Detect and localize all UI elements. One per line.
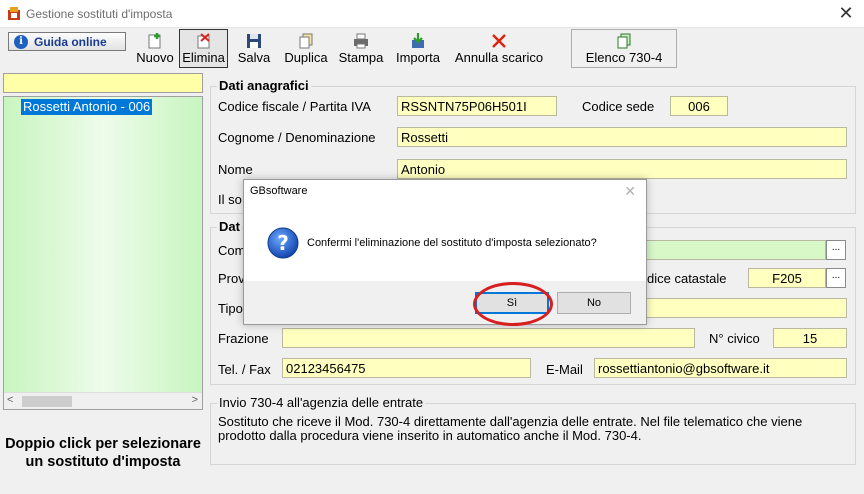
indirizzo-field[interactable] — [640, 298, 847, 318]
civico-field[interactable]: 15 — [773, 328, 847, 348]
elimina-button[interactable]: Elimina — [179, 29, 228, 68]
email-field[interactable]: rossettiantonio@gbsoftware.it — [594, 358, 847, 378]
codice-catastale-field[interactable]: F205 — [748, 268, 826, 288]
comune-label: Com — [218, 243, 246, 258]
annulla-scarico-button[interactable]: Annulla scarico — [449, 29, 549, 68]
scroll-right-icon[interactable]: > — [192, 394, 198, 406]
tipo-label: Tipo — [218, 301, 243, 316]
catastale-lookup-button[interactable]: ... — [826, 268, 846, 288]
codice-catastale-label: dice catastale — [647, 271, 727, 286]
nuovo-button[interactable]: Nuovo — [133, 29, 177, 68]
invio-description: Sostituto che riceve il Mod. 730-4 diret… — [218, 414, 803, 443]
elenco-730-4-button[interactable]: Elenco 730-4 — [571, 29, 677, 68]
tel-label: Tel. / Fax — [218, 362, 271, 377]
email-label: E-Mail — [546, 362, 583, 377]
horizontal-scrollbar[interactable]: < > — [4, 392, 202, 409]
tel-field[interactable]: 02123456475 — [282, 358, 531, 378]
duplica-button[interactable]: Duplica — [280, 29, 332, 68]
sostituti-list[interactable]: Rossetti Antonio - 006 < > — [3, 96, 203, 410]
guida-online-button[interactable]: i Guida online — [8, 32, 126, 51]
comune-field[interactable] — [640, 240, 826, 260]
question-icon: ? — [267, 227, 299, 259]
cf-field[interactable]: RSSNTN75P06H501I — [397, 96, 557, 116]
list-item[interactable]: Rossetti Antonio - 006 — [21, 99, 153, 115]
vertical-scrollbar[interactable] — [856, 70, 864, 494]
highlight-circle — [473, 282, 553, 326]
civico-label: N° civico — [709, 331, 760, 346]
scroll-thumb[interactable] — [22, 396, 72, 407]
sostituto-label-partial: Il so — [218, 192, 242, 207]
title-bar: Gestione sostituti d'imposta ✕ — [0, 0, 864, 28]
no-button[interactable]: No — [557, 292, 631, 314]
invio-legend: Invio 730-4 all'agenzia delle entrate — [217, 395, 426, 410]
window-title: Gestione sostituti d'imposta — [26, 7, 173, 21]
list-document-icon — [617, 33, 631, 49]
guida-online-label: Guida online — [34, 34, 107, 49]
sede-field[interactable]: 006 — [670, 96, 728, 116]
salva-button[interactable]: Salva — [232, 29, 276, 68]
frazione-label: Frazione — [218, 331, 269, 346]
svg-text:?: ? — [277, 231, 289, 255]
cf-label: Codice fiscale / Partita IVA — [218, 99, 371, 114]
cognome-label: Cognome / Denominazione — [218, 130, 376, 145]
sidebar: Rossetti Antonio - 006 < > — [3, 73, 203, 410]
toolbar: i Guida online Nuovo Elimina Salva Dupli… — [0, 28, 864, 70]
stampa-button[interactable]: Stampa — [335, 29, 387, 68]
app-icon — [8, 7, 20, 20]
dati-sede-legend: Dat — [217, 219, 242, 234]
provincia-label: Prov — [218, 271, 245, 286]
sidebar-search-input[interactable] — [3, 73, 203, 93]
nome-field[interactable]: Antonio — [397, 159, 847, 179]
delete-document-icon — [197, 33, 210, 49]
dialog-footer: Sì No — [244, 281, 646, 324]
sidebar-hint: Doppio click per selezionare un sostitut… — [5, 436, 201, 470]
comune-lookup-button[interactable]: ... — [826, 240, 846, 260]
close-icon[interactable]: ✕ — [836, 3, 856, 23]
sede-label: Codice sede — [582, 99, 655, 114]
cancel-x-icon — [492, 34, 506, 48]
cognome-field[interactable]: Rossetti — [397, 127, 847, 147]
confirm-dialog: GBsoftware ✕ ? Confermi l'eliminazione d… — [243, 179, 647, 325]
new-document-icon — [148, 33, 161, 49]
scroll-left-icon[interactable]: < — [7, 394, 13, 406]
dialog-message: Confermi l'eliminazione del sostituto d'… — [307, 237, 597, 249]
info-icon: i — [14, 34, 28, 49]
dialog-title: GBsoftware — [250, 185, 308, 197]
printer-icon — [354, 33, 368, 49]
import-icon — [412, 33, 424, 48]
frazione-field[interactable] — [282, 328, 695, 348]
save-icon — [247, 34, 261, 48]
dati-anagrafici-legend: Dati anagrafici — [217, 78, 311, 93]
nome-label: Nome — [218, 162, 253, 177]
dialog-close-icon[interactable]: ✕ — [624, 183, 636, 200]
duplicate-icon — [299, 33, 313, 49]
importa-button[interactable]: Importa — [391, 29, 445, 68]
